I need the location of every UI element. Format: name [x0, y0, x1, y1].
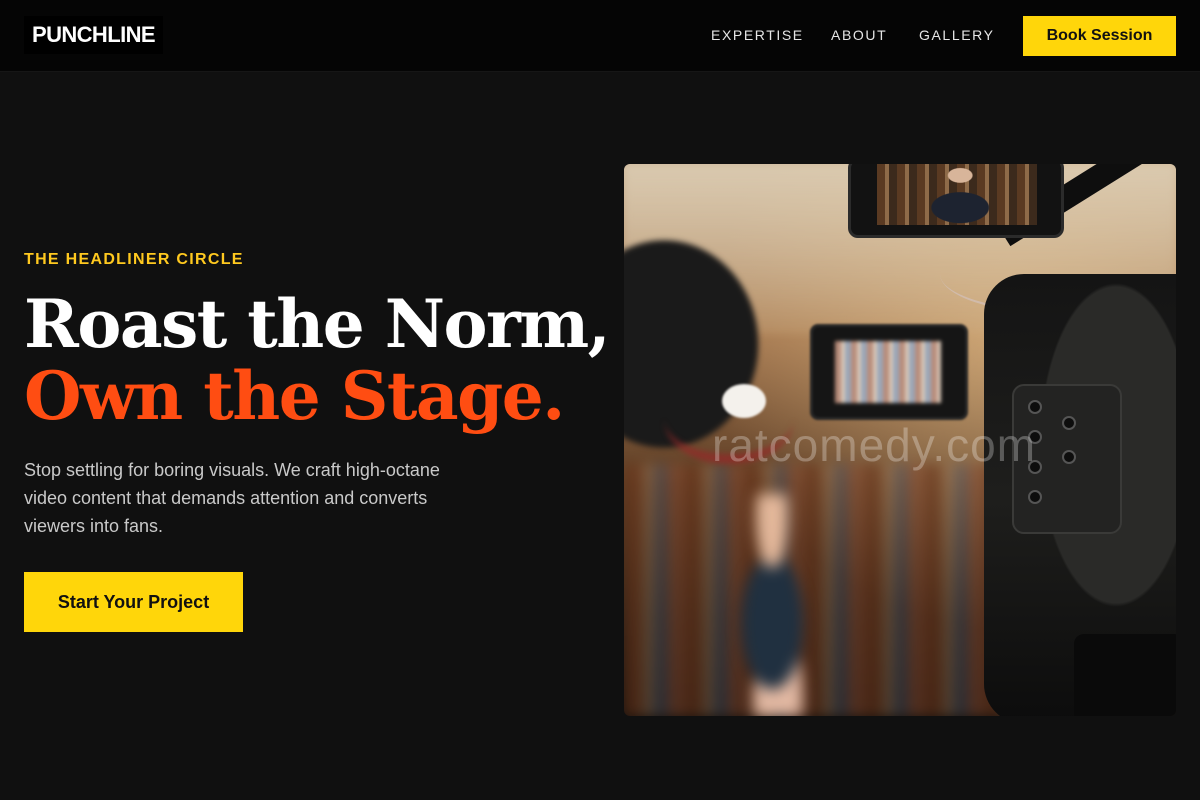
book-session-button[interactable]: Book Session [1023, 16, 1176, 56]
image-interviewee [712, 494, 832, 716]
hero-eyebrow: THE HEADLINER CIRCLE [24, 251, 244, 268]
site-logo[interactable]: PUNCHLINE [24, 16, 163, 54]
hero-description: Stop settling for boring visuals. We cra… [24, 460, 440, 536]
image-light-bulb [722, 384, 766, 418]
nav-link-expertise[interactable]: EXPERTISE [711, 25, 804, 45]
image-field-monitor-screen [835, 341, 941, 403]
hero-headline-line2: Own the Stage. [24, 357, 565, 435]
nav-link-gallery[interactable]: GALLERY [919, 25, 995, 45]
hero-headline-line1: Roast the Norm, [24, 285, 611, 363]
hero-image-camera-scene: ratcomedy.com [624, 164, 1176, 716]
image-camera-knob [1028, 400, 1042, 414]
start-project-button[interactable]: Start Your Project [24, 572, 243, 632]
image-camera-monitor-screen [877, 164, 1037, 225]
site-header: PUNCHLINE EXPERTISE ABOUT GALLERY Book S… [0, 0, 1200, 72]
image-tripod-head [1074, 634, 1176, 716]
image-camera-knob [1062, 416, 1076, 430]
image-camera-monitor [848, 164, 1064, 238]
hero-headline: Roast the Norm, Own the Stage. [24, 285, 611, 435]
image-camera-knob [1062, 450, 1076, 464]
image-watermark: ratcomedy.com [712, 419, 1037, 471]
nav-link-about[interactable]: ABOUT [831, 25, 887, 45]
image-camera-knob [1028, 490, 1042, 504]
image-field-monitor [810, 324, 968, 420]
